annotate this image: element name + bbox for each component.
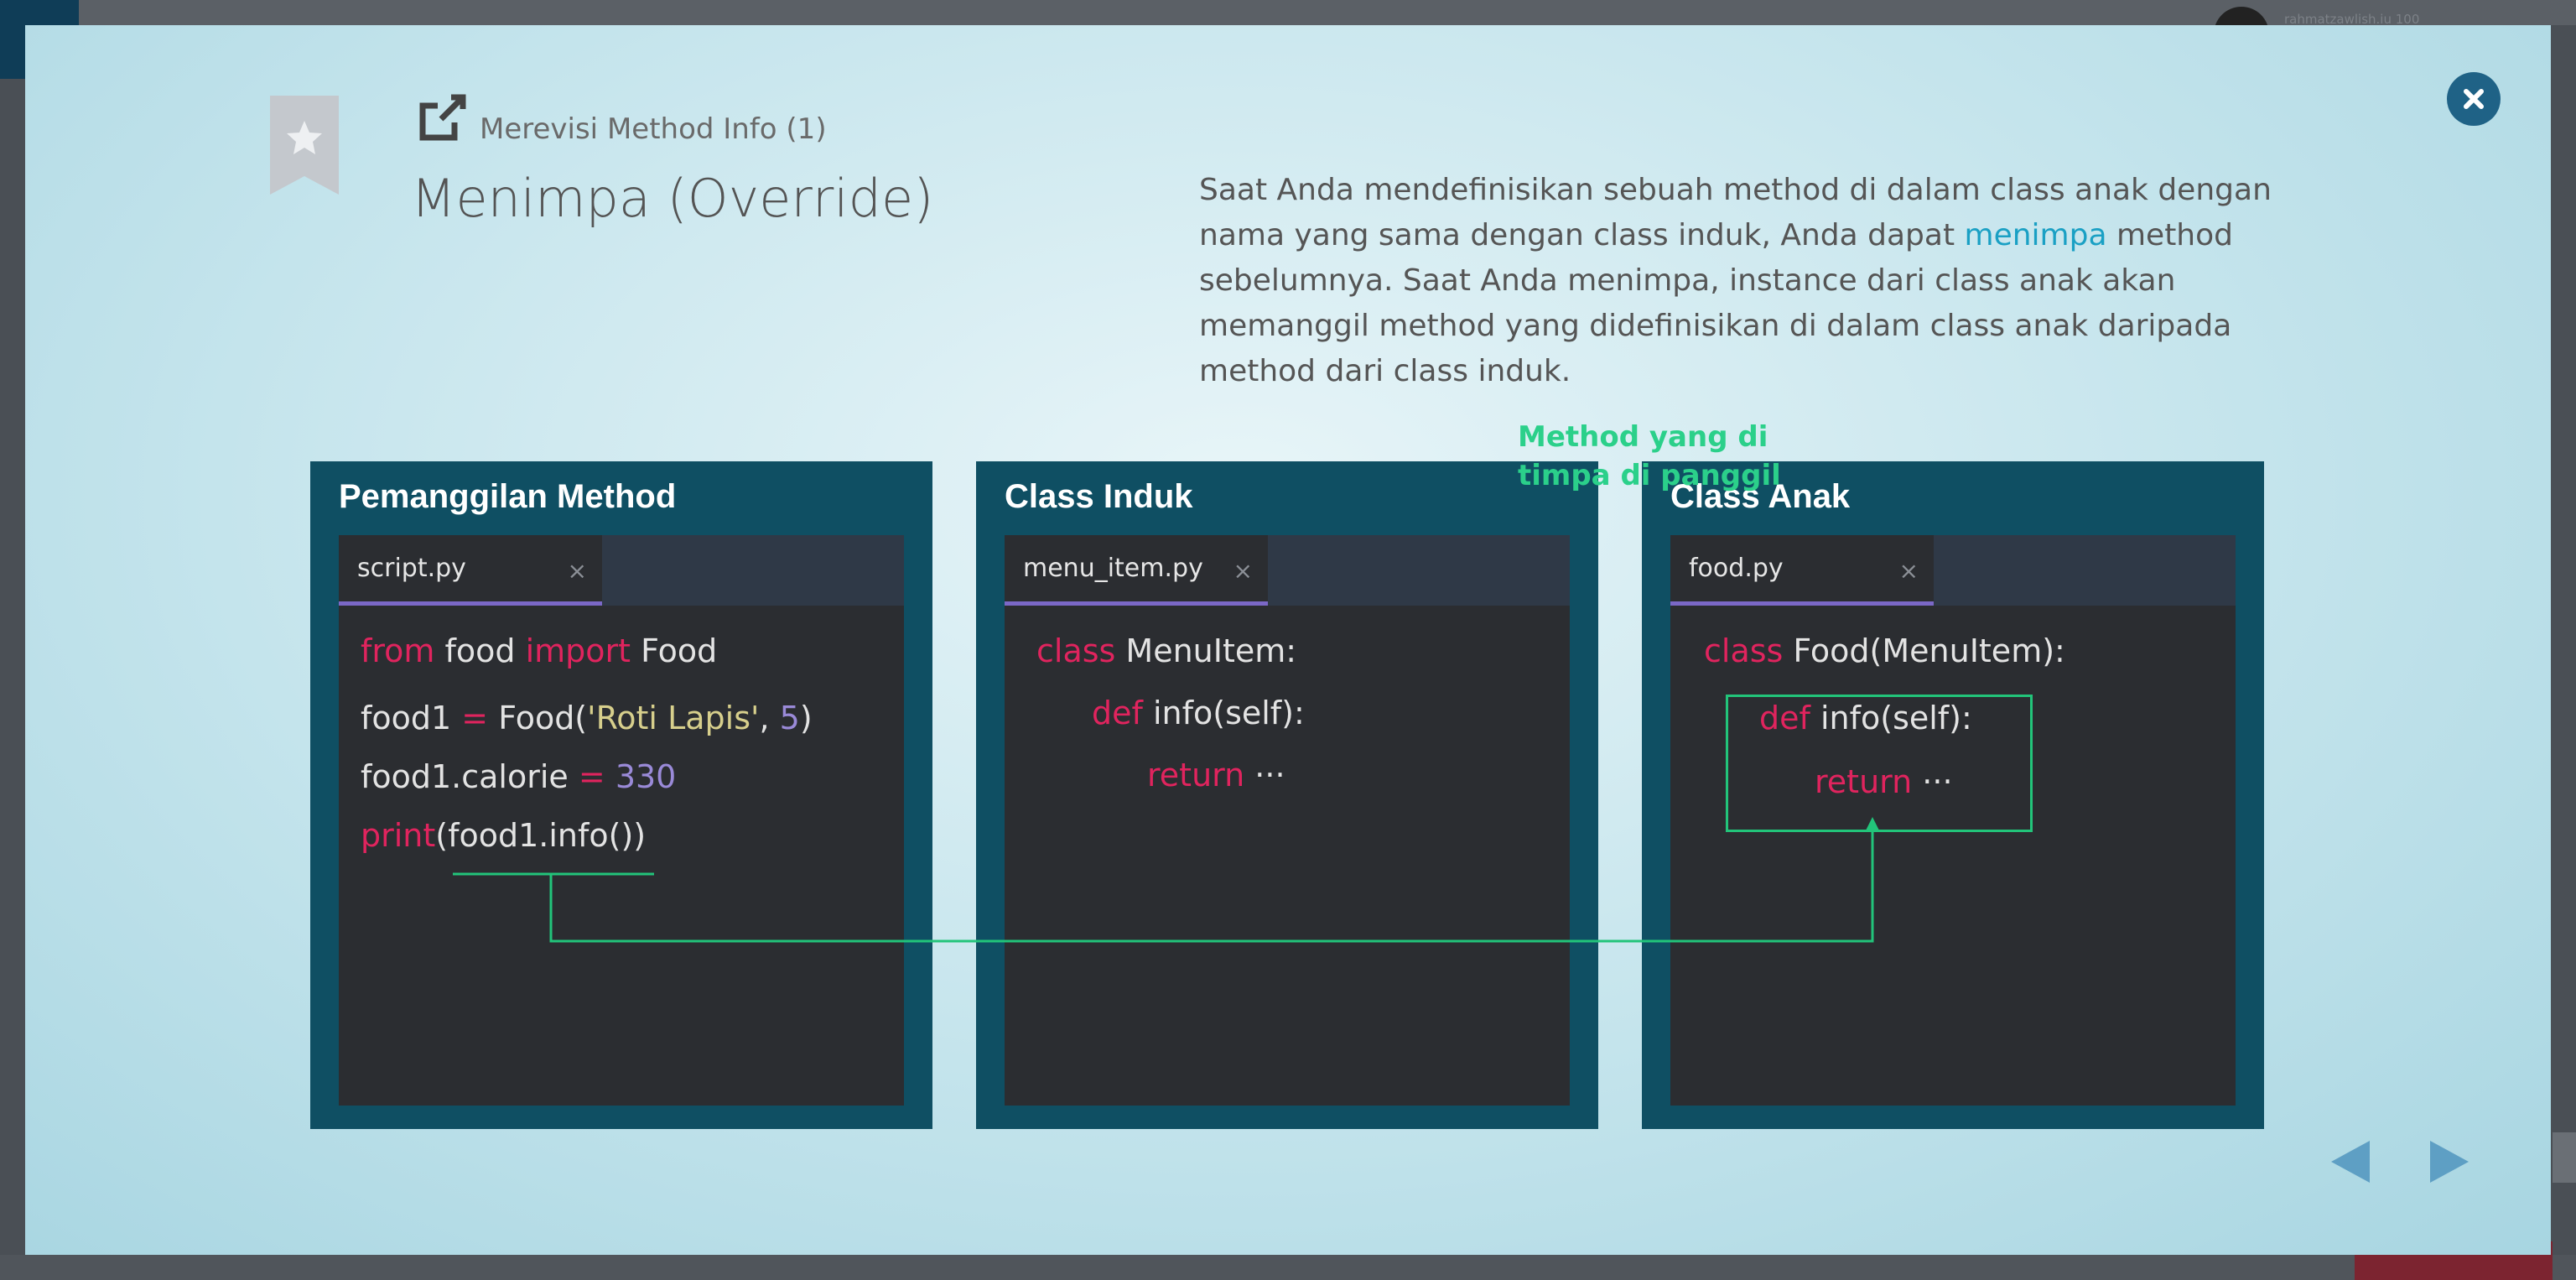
code-text: ···	[1244, 757, 1285, 793]
editor-tab[interactable]: food.py ×	[1670, 535, 1934, 606]
external-link-icon[interactable]	[413, 89, 471, 148]
code-line: class MenuItem:	[1036, 632, 1296, 669]
code-text: Food(	[488, 700, 588, 736]
code-keyword: return	[1815, 763, 1913, 800]
code-text: ···	[1912, 763, 1953, 800]
code-keyword: def	[1092, 695, 1143, 731]
code-number: 5	[779, 700, 800, 736]
code-line: print(food1.info())	[361, 817, 646, 854]
panel-title: Class Induk	[1005, 478, 1193, 515]
code-keyword: def	[1759, 700, 1810, 736]
close-button[interactable]	[2447, 72, 2501, 126]
code-editor: food.py × class Food(MenuItem): def info…	[1670, 535, 2236, 1106]
code-keyword: class	[1036, 632, 1116, 669]
code-line: def info(self):	[1759, 700, 1972, 736]
code-text: info(self):	[1142, 695, 1305, 731]
code-keyword: print	[361, 817, 436, 854]
code-text: ,	[759, 700, 780, 736]
tab-label: script.py	[357, 554, 466, 583]
background-bottom-bar	[0, 1255, 2576, 1280]
code-line: def info(self):	[1092, 695, 1305, 731]
editor-tabbar: script.py ×	[339, 535, 904, 606]
editor-tabbar: food.py ×	[1670, 535, 2236, 606]
panel-child-class: Class Anak food.py × class Food(MenuItem…	[1642, 461, 2264, 1129]
code-text: MenuItem:	[1115, 632, 1297, 669]
code-text: food1.calorie	[361, 758, 579, 795]
code-line: food1.calorie = 330	[361, 758, 676, 795]
code-text: food	[434, 632, 526, 669]
close-icon	[2464, 89, 2484, 109]
code-line: return ···	[1815, 763, 1953, 800]
code-text: food1	[361, 700, 462, 736]
annotation-line: Method yang di	[1518, 420, 1768, 454]
background-topbar	[0, 0, 2576, 25]
tab-label: menu_item.py	[1023, 554, 1203, 583]
code-text: )	[799, 700, 813, 736]
tab-close-icon[interactable]: ×	[568, 557, 587, 585]
editor-tab[interactable]: menu_item.py ×	[1005, 535, 1268, 606]
tab-close-icon[interactable]: ×	[1899, 557, 1919, 585]
tab-close-icon[interactable]: ×	[1233, 557, 1253, 585]
code-number: 330	[605, 758, 677, 795]
lesson-title: Menimpa (Override)	[411, 168, 934, 229]
code-text: Food	[631, 632, 718, 669]
panel-method-call: Pemanggilan Method script.py × from food…	[310, 461, 932, 1129]
code-string: 'Roti Lapis'	[587, 700, 760, 736]
panel-title: Pemanggilan Method	[339, 478, 677, 515]
editor-tabbar: menu_item.py ×	[1005, 535, 1570, 606]
code-keyword: class	[1704, 632, 1784, 669]
override-annotation: Method yang di timpa di panggil	[1518, 418, 1781, 495]
code-editor: script.py × from food import Food food1 …	[339, 535, 904, 1106]
lesson-subtitle: Merevisi Method Info (1)	[480, 112, 827, 146]
code-line: food1 = Food('Roti Lapis', 5)	[361, 700, 813, 736]
background-scrollbar	[2553, 1132, 2576, 1183]
slide-modal: Merevisi Method Info (1) Menimpa (Overri…	[25, 25, 2551, 1255]
code-text: (food1.info())	[435, 817, 647, 854]
code-keyword: import	[525, 632, 631, 669]
code-line: return ···	[1147, 757, 1285, 793]
bookmark-star-icon[interactable]	[268, 96, 340, 195]
panel-parent-class: Class Induk menu_item.py × class MenuIte…	[976, 461, 1598, 1129]
triangle-right-icon[interactable]	[2425, 1137, 2474, 1186]
tab-label: food.py	[1689, 554, 1784, 583]
triangle-left-icon[interactable]	[2326, 1137, 2375, 1186]
editor-tab[interactable]: script.py ×	[339, 535, 602, 606]
code-keyword: return	[1147, 757, 1245, 793]
description-highlight: menimpa	[1964, 218, 2107, 252]
code-line: class Food(MenuItem):	[1704, 632, 2065, 669]
code-keyword: from	[361, 632, 435, 669]
code-operator: =	[578, 758, 605, 795]
code-operator: =	[461, 700, 489, 736]
annotation-line: timpa di panggil	[1518, 459, 1781, 492]
code-line: from food import Food	[361, 632, 717, 669]
code-text: Food(MenuItem):	[1783, 632, 2065, 669]
lesson-description: Saat Anda mendefinisikan sebuah method d…	[1199, 168, 2298, 394]
code-editor: menu_item.py × class MenuItem: def info(…	[1005, 535, 1570, 1106]
code-text: info(self):	[1810, 700, 1972, 736]
